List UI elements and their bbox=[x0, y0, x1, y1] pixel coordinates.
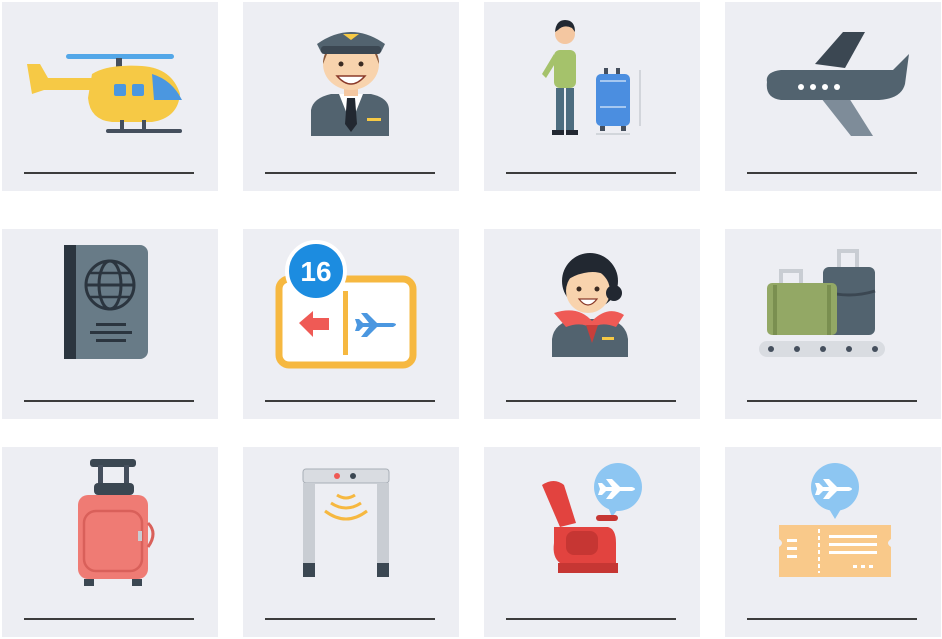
name-line bbox=[265, 172, 435, 174]
name-line bbox=[506, 400, 676, 402]
boarding-pass-icon bbox=[779, 463, 891, 577]
name-line bbox=[506, 172, 676, 174]
name-line bbox=[747, 618, 917, 620]
card-airplane[interactable] bbox=[725, 2, 941, 191]
card-boarding-pass[interactable] bbox=[725, 447, 941, 637]
helicopter-icon bbox=[27, 54, 182, 133]
card-metal-detector[interactable] bbox=[243, 447, 459, 637]
gate-number: 16 bbox=[300, 256, 331, 287]
card-airplane-seat[interactable] bbox=[484, 447, 700, 637]
name-line bbox=[747, 400, 917, 402]
flight-attendant-icon bbox=[552, 253, 628, 357]
gate-sign-icon: 16 bbox=[275, 240, 417, 369]
card-passport[interactable] bbox=[2, 229, 218, 419]
airplane-seat-icon bbox=[542, 463, 642, 573]
airplane-icon bbox=[766, 32, 909, 136]
card-traveler[interactable] bbox=[484, 2, 700, 191]
card-gate-sign[interactable]: 16 bbox=[243, 229, 459, 419]
traveler-with-luggage-icon bbox=[542, 20, 641, 135]
baggage-carousel-icon bbox=[759, 249, 885, 357]
card-pilot[interactable] bbox=[243, 2, 459, 191]
name-line bbox=[24, 172, 194, 174]
pilot-icon bbox=[311, 32, 389, 136]
card-baggage-carousel[interactable] bbox=[725, 229, 941, 419]
name-line bbox=[24, 400, 194, 402]
name-line bbox=[24, 618, 194, 620]
name-line bbox=[265, 618, 435, 620]
passport-icon bbox=[64, 245, 148, 359]
card-suitcase[interactable] bbox=[2, 447, 218, 637]
metal-detector-icon bbox=[302, 468, 390, 577]
name-line bbox=[265, 400, 435, 402]
suitcase-icon bbox=[78, 459, 155, 586]
name-line bbox=[506, 618, 676, 620]
name-line bbox=[747, 172, 917, 174]
card-helicopter[interactable] bbox=[2, 2, 218, 191]
card-flight-attendant[interactable] bbox=[484, 229, 700, 419]
